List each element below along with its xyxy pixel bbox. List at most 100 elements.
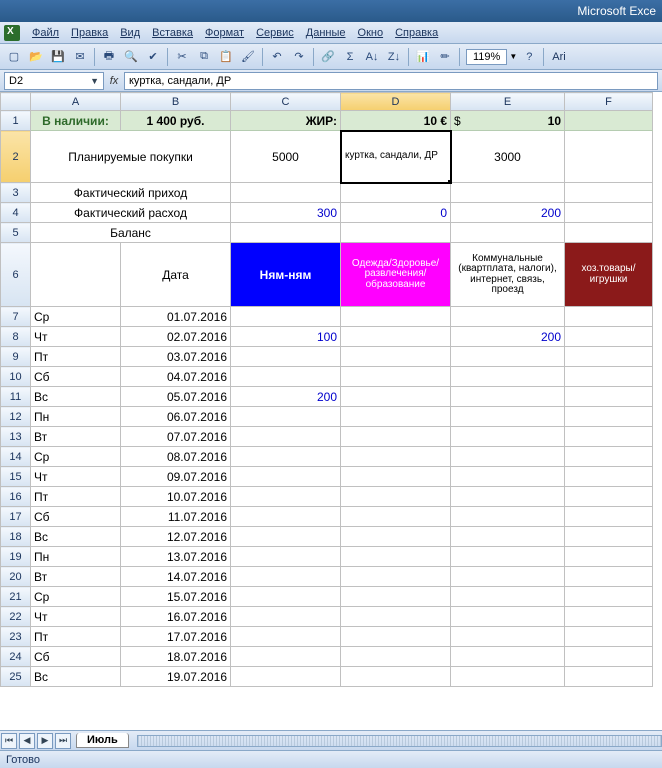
row-header[interactable]: 14 [1, 447, 31, 467]
cell[interactable]: Дата [121, 243, 231, 307]
row-header[interactable]: 18 [1, 527, 31, 547]
tab-nav-last-icon[interactable]: ⏭ [55, 733, 71, 749]
cell[interactable] [341, 347, 451, 367]
col-header-C[interactable]: C [231, 93, 341, 111]
mail-icon[interactable]: ✉ [70, 47, 90, 67]
cell[interactable] [451, 527, 565, 547]
cell[interactable] [231, 367, 341, 387]
cell[interactable] [451, 367, 565, 387]
cell[interactable]: Сб [31, 507, 121, 527]
cell[interactable]: 5000 [231, 131, 341, 183]
cell[interactable] [565, 327, 653, 347]
brush-icon[interactable]: 🖌 [238, 47, 258, 67]
cell[interactable] [451, 387, 565, 407]
cell[interactable] [341, 527, 451, 547]
col-header-A[interactable]: A [31, 93, 121, 111]
cell[interactable] [341, 367, 451, 387]
cell[interactable] [565, 427, 653, 447]
cell[interactable]: 300 [231, 203, 341, 223]
cell[interactable] [565, 647, 653, 667]
cell[interactable]: Вт [31, 567, 121, 587]
cell[interactable] [231, 627, 341, 647]
cell[interactable] [451, 347, 565, 367]
menu-view[interactable]: Вид [114, 25, 146, 41]
formula-bar[interactable]: куртка, сандали, ДР [124, 72, 658, 90]
row-header[interactable]: 16 [1, 487, 31, 507]
row-header[interactable]: 11 [1, 387, 31, 407]
cell[interactable] [341, 547, 451, 567]
cell[interactable]: 06.07.2016 [121, 407, 231, 427]
menu-help[interactable]: Справка [389, 25, 444, 41]
row-header[interactable]: 13 [1, 427, 31, 447]
cell[interactable] [341, 467, 451, 487]
menu-tools[interactable]: Сервис [250, 25, 300, 41]
cell[interactable]: Фактический расход [31, 203, 231, 223]
cell[interactable] [231, 507, 341, 527]
cell[interactable]: Ср [31, 447, 121, 467]
cell[interactable]: 12.07.2016 [121, 527, 231, 547]
sort-asc-icon[interactable]: A↓ [362, 47, 382, 67]
cell[interactable]: хоз.товары/игрушки [565, 243, 653, 307]
cell[interactable] [565, 387, 653, 407]
cell[interactable] [341, 607, 451, 627]
cell[interactable] [451, 407, 565, 427]
cell[interactable]: Одежда/Здоровье/развлечения/образование [341, 243, 451, 307]
row-header[interactable]: 22 [1, 607, 31, 627]
cell[interactable]: 14.07.2016 [121, 567, 231, 587]
cell[interactable]: Сб [31, 647, 121, 667]
cell[interactable] [451, 607, 565, 627]
cell[interactable] [451, 647, 565, 667]
cell[interactable]: 200 [451, 327, 565, 347]
row-header[interactable]: 5 [1, 223, 31, 243]
cell[interactable]: 200 [451, 203, 565, 223]
cell[interactable]: Пт [31, 627, 121, 647]
cell[interactable] [231, 407, 341, 427]
sort-desc-icon[interactable]: Z↓ [384, 47, 404, 67]
cell[interactable]: 05.07.2016 [121, 387, 231, 407]
cell[interactable]: 07.07.2016 [121, 427, 231, 447]
sum-icon[interactable]: Σ [340, 47, 360, 67]
cell[interactable] [231, 467, 341, 487]
row-header[interactable]: 24 [1, 647, 31, 667]
cell[interactable]: 19.07.2016 [121, 667, 231, 687]
save-icon[interactable]: 💾 [48, 47, 68, 67]
chevron-down-icon[interactable]: ▼ [90, 76, 99, 86]
cell[interactable] [341, 183, 451, 203]
redo-icon[interactable]: ↷ [289, 47, 309, 67]
cell[interactable]: 15.07.2016 [121, 587, 231, 607]
cell[interactable]: 0 [341, 203, 451, 223]
cell[interactable] [231, 527, 341, 547]
cell[interactable] [341, 307, 451, 327]
cell[interactable]: Чт [31, 467, 121, 487]
copy-icon[interactable]: ⧉ [194, 47, 214, 67]
tab-nav-first-icon[interactable]: ⏮ [1, 733, 17, 749]
cell[interactable] [31, 243, 121, 307]
cell[interactable] [451, 183, 565, 203]
menu-data[interactable]: Данные [300, 25, 352, 41]
cell[interactable] [451, 547, 565, 567]
tab-nav-prev-icon[interactable]: ◀ [19, 733, 35, 749]
cell[interactable]: Баланс [31, 223, 231, 243]
cell[interactable] [565, 223, 653, 243]
cell[interactable]: $ 10 [451, 111, 565, 131]
cell[interactable]: ЖИР: [231, 111, 341, 131]
drawing-icon[interactable]: ✏ [435, 47, 455, 67]
cell[interactable] [451, 627, 565, 647]
cell[interactable] [565, 347, 653, 367]
cell[interactable] [565, 527, 653, 547]
menu-edit[interactable]: Правка [65, 25, 114, 41]
row-header[interactable]: 2 [1, 131, 31, 183]
undo-icon[interactable]: ↶ [267, 47, 287, 67]
name-box[interactable]: D2 ▼ [4, 72, 104, 90]
cell[interactable] [565, 447, 653, 467]
cell[interactable] [565, 367, 653, 387]
row-header[interactable]: 9 [1, 347, 31, 367]
cell[interactable] [451, 507, 565, 527]
cell[interactable] [565, 547, 653, 567]
zoom-value[interactable]: 119% [466, 49, 507, 65]
cell[interactable] [231, 647, 341, 667]
cell[interactable] [451, 223, 565, 243]
col-header-F[interactable]: F [565, 93, 653, 111]
col-header-D[interactable]: D [341, 93, 451, 111]
cell[interactable]: Вс [31, 527, 121, 547]
